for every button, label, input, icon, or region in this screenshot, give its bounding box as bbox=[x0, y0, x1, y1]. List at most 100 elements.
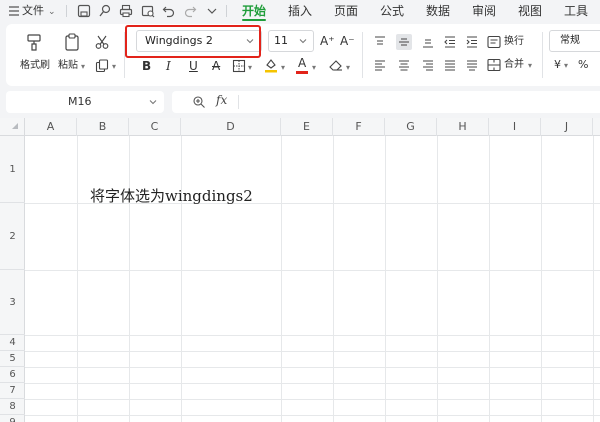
border-dropdown-icon[interactable]: ▾ bbox=[248, 64, 252, 72]
column-header[interactable]: C bbox=[129, 118, 181, 136]
merge-dropdown-icon[interactable]: ▾ bbox=[528, 62, 532, 70]
cell-b2[interactable]: 将字体选为wingdings2 bbox=[90, 186, 253, 206]
paste-dropdown-icon[interactable]: ▾ bbox=[81, 63, 85, 71]
format-painter-icon[interactable] bbox=[24, 32, 44, 52]
tab-home[interactable]: 开始 bbox=[242, 3, 266, 19]
undo-icon[interactable] bbox=[161, 3, 177, 19]
format-painter-label[interactable]: 格式刷 bbox=[20, 60, 50, 72]
grid-line bbox=[333, 136, 334, 422]
select-all-corner[interactable] bbox=[0, 118, 25, 136]
grid-line bbox=[25, 335, 600, 336]
row-header[interactable]: 7 bbox=[0, 383, 25, 399]
bold-button[interactable]: B bbox=[142, 59, 151, 73]
grid-line bbox=[25, 399, 600, 400]
save-icon[interactable] bbox=[76, 3, 92, 19]
ribbon-toolbar: 格式刷 粘贴 ▾ ▾ Wingdings 2 11 A⁺ A⁻ B I U A … bbox=[6, 24, 600, 86]
font-size-select[interactable]: 11 bbox=[268, 30, 314, 52]
export-pdf-icon[interactable] bbox=[97, 3, 113, 19]
align-right-icon[interactable] bbox=[420, 57, 436, 73]
tab-tools[interactable]: 工具 bbox=[564, 3, 588, 19]
align-bottom-icon[interactable] bbox=[420, 34, 436, 50]
row-header[interactable]: 4 bbox=[0, 335, 25, 351]
more-icon[interactable] bbox=[204, 3, 220, 19]
column-header[interactable]: G bbox=[385, 118, 437, 136]
eraser-icon[interactable] bbox=[328, 58, 344, 72]
copy-dropdown-icon[interactable]: ▾ bbox=[112, 63, 116, 71]
italic-button[interactable]: I bbox=[166, 59, 171, 73]
column-header[interactable]: A bbox=[25, 118, 77, 136]
tab-data[interactable]: 数据 bbox=[426, 3, 450, 19]
row-header[interactable]: 6 bbox=[0, 367, 25, 383]
chevron-down-icon[interactable] bbox=[148, 97, 158, 107]
tab-formula[interactable]: 公式 bbox=[380, 3, 404, 19]
row-header[interactable]: 8 bbox=[0, 399, 25, 415]
column-header[interactable]: H bbox=[437, 118, 489, 136]
increase-indent-icon[interactable] bbox=[464, 34, 480, 50]
font-color-dropdown-icon[interactable]: ▾ bbox=[312, 64, 316, 72]
file-menu-chevron-icon[interactable]: ⌄ bbox=[48, 4, 56, 20]
column-header[interactable]: I bbox=[489, 118, 541, 136]
align-center-icon[interactable] bbox=[396, 57, 412, 73]
align-top-icon[interactable] bbox=[372, 34, 388, 50]
column-header[interactable]: F bbox=[333, 118, 385, 136]
align-middle-icon[interactable] bbox=[396, 34, 412, 50]
percent-button[interactable]: % bbox=[578, 59, 588, 71]
strikethrough-button[interactable]: A bbox=[212, 59, 220, 73]
border-icon[interactable] bbox=[232, 59, 246, 73]
tab-insert[interactable]: 插入 bbox=[288, 3, 312, 19]
distributed-align-icon[interactable] bbox=[464, 57, 480, 73]
tab-page[interactable]: 页面 bbox=[334, 3, 358, 19]
formula-divider bbox=[238, 95, 239, 109]
chevron-down-icon[interactable] bbox=[298, 36, 308, 46]
column-header[interactable]: E bbox=[281, 118, 333, 136]
wrap-text-label[interactable]: 换行 bbox=[504, 36, 524, 48]
fill-color-dropdown-icon[interactable]: ▾ bbox=[281, 64, 285, 72]
cut-icon[interactable] bbox=[94, 34, 110, 50]
menu-icon[interactable] bbox=[6, 3, 22, 19]
row-header[interactable]: 2 bbox=[0, 203, 25, 270]
font-color-button[interactable]: A bbox=[298, 56, 306, 70]
print-preview-icon[interactable] bbox=[140, 3, 156, 19]
row-header[interactable]: 3 bbox=[0, 270, 25, 335]
paste-label[interactable]: 粘贴 bbox=[58, 60, 78, 72]
paste-icon[interactable] bbox=[62, 32, 82, 52]
merge-label[interactable]: 合并 bbox=[504, 59, 524, 71]
column-header[interactable]: D bbox=[181, 118, 281, 136]
decrease-indent-icon[interactable] bbox=[442, 34, 458, 50]
grid-line bbox=[25, 415, 600, 416]
grid-line bbox=[541, 136, 542, 422]
row-header-bar: 1 2 3 4 5 6 7 8 9 bbox=[0, 136, 25, 422]
tab-review[interactable]: 审阅 bbox=[472, 3, 496, 19]
tab-view[interactable]: 视图 bbox=[518, 3, 542, 19]
active-tab-indicator bbox=[242, 19, 266, 21]
row-header[interactable]: 1 bbox=[0, 136, 25, 203]
decrease-font-size-button[interactable]: A⁻ bbox=[340, 34, 355, 48]
formula-bar[interactable]: fx bbox=[172, 91, 600, 113]
zoom-icon[interactable] bbox=[192, 95, 206, 109]
column-header[interactable]: B bbox=[77, 118, 129, 136]
underline-button[interactable]: U bbox=[189, 59, 198, 73]
select-all-icon[interactable] bbox=[12, 123, 18, 129]
fill-color-icon[interactable] bbox=[264, 57, 278, 73]
column-header[interactable]: J bbox=[541, 118, 593, 136]
menu-bar: 文件 ⌄ 开始 插入 页面 公式 数据 审阅 视图 工具 bbox=[0, 0, 600, 22]
redo-icon[interactable] bbox=[182, 3, 198, 19]
justify-icon[interactable] bbox=[442, 57, 458, 73]
merge-cells-icon[interactable] bbox=[486, 57, 502, 73]
wrap-text-icon[interactable] bbox=[486, 34, 502, 50]
row-header[interactable]: 5 bbox=[0, 351, 25, 367]
copy-icon[interactable] bbox=[94, 58, 110, 74]
name-box[interactable]: M16 bbox=[6, 91, 164, 113]
fx-icon[interactable]: fx bbox=[216, 93, 227, 107]
clear-format-dropdown-icon[interactable]: ▾ bbox=[346, 64, 350, 72]
align-left-icon[interactable] bbox=[372, 57, 388, 73]
number-format-select[interactable]: 常规 bbox=[549, 30, 600, 52]
spreadsheet-grid[interactable]: A B C D E F G H I J 1 2 3 4 5 6 7 8 9 将字… bbox=[0, 118, 600, 422]
increase-font-size-button[interactable]: A⁺ bbox=[320, 34, 335, 48]
currency-dropdown-icon[interactable]: ▾ bbox=[564, 62, 568, 70]
currency-button[interactable]: ¥ bbox=[554, 59, 561, 71]
number-format-value: 常规 bbox=[560, 35, 580, 46]
print-icon[interactable] bbox=[118, 3, 134, 19]
row-header[interactable]: 9 bbox=[0, 415, 25, 422]
file-menu[interactable]: 文件 bbox=[22, 3, 44, 19]
